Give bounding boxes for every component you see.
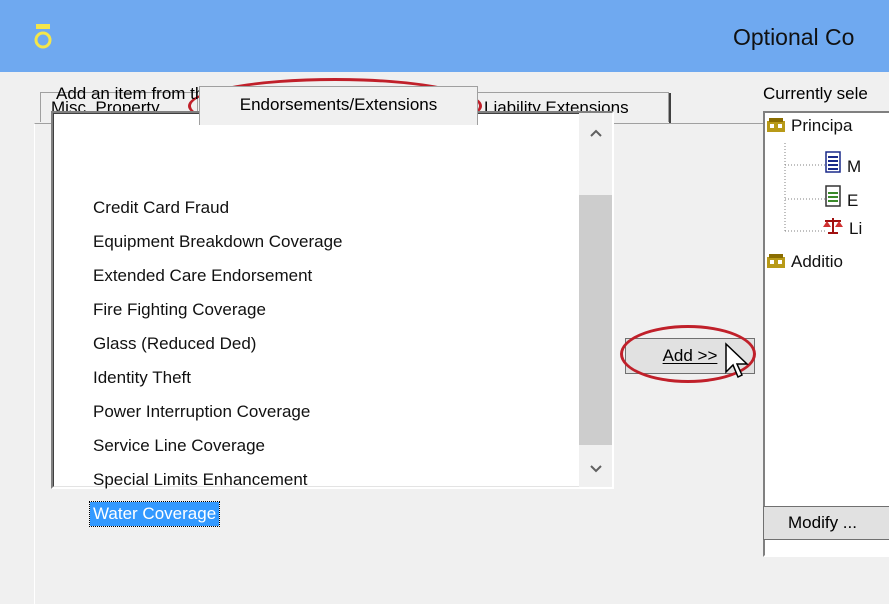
window-title: Optional Co: [733, 24, 855, 50]
title-bar: Optional Co: [0, 0, 889, 72]
modify-button[interactable]: Modify ...: [763, 506, 889, 540]
list-item[interactable]: Extended Care Endorsement: [90, 264, 315, 288]
add-button-label: Add >>: [662, 346, 718, 365]
tree-node-endorsements[interactable]: E: [825, 185, 858, 211]
list-scrollbar[interactable]: [579, 113, 612, 487]
tree-node-label: E: [847, 191, 859, 210]
tree-node-principal[interactable]: Principa: [767, 116, 852, 136]
currently-selected-label: Currently sele: [763, 84, 868, 103]
scroll-down-arrow-icon[interactable]: [579, 453, 612, 483]
list-item[interactable]: Service Line Coverage: [90, 434, 268, 458]
tree-node-additional[interactable]: Additio: [767, 252, 843, 272]
document-icon: [825, 185, 841, 207]
document-icon: [825, 151, 841, 173]
scales-icon: [823, 218, 843, 234]
app-icon: [34, 24, 52, 49]
scrollbar-thumb[interactable]: [579, 195, 612, 445]
modify-button-label: Modify ...: [788, 513, 857, 532]
list-item[interactable]: Identity Theft: [90, 366, 194, 390]
available-items-list[interactable]: Credit Card Fraud Equipment Breakdown Co…: [51, 111, 614, 527]
list-item[interactable]: Special Limits Enhancement: [90, 468, 311, 492]
tree-node-label: Li: [849, 219, 863, 238]
building-icon: [767, 254, 785, 268]
tab-endorsements-extensions[interactable]: Endorsements/Extensions: [199, 86, 478, 125]
selected-items-tree[interactable]: Principa M E Li Additio: [763, 111, 889, 557]
tree-node-misc[interactable]: M: [825, 151, 861, 177]
building-icon: [767, 118, 785, 132]
tab-endorsements-extensions-label: Endorsements/Extensions: [239, 95, 438, 114]
list-item[interactable]: Power Interruption Coverage: [90, 400, 313, 424]
tree-node-label: Principa: [791, 116, 853, 135]
tree-node-liability[interactable]: Li: [823, 217, 862, 239]
tree-connector-lines: [784, 143, 827, 232]
list-item[interactable]: Equipment Breakdown Coverage: [90, 230, 345, 254]
list-item[interactable]: Fire Fighting Coverage: [90, 298, 269, 322]
tree-node-label: Additio: [791, 252, 843, 271]
add-button[interactable]: Add >>: [625, 338, 755, 374]
list-item-selected[interactable]: Water Coverage: [88, 501, 221, 527]
scroll-up-arrow-icon[interactable]: [579, 117, 612, 147]
list-item[interactable]: Glass (Reduced Ded): [90, 332, 259, 356]
tree-node-label: M: [847, 157, 862, 176]
list-item[interactable]: Credit Card Fraud: [90, 196, 232, 220]
